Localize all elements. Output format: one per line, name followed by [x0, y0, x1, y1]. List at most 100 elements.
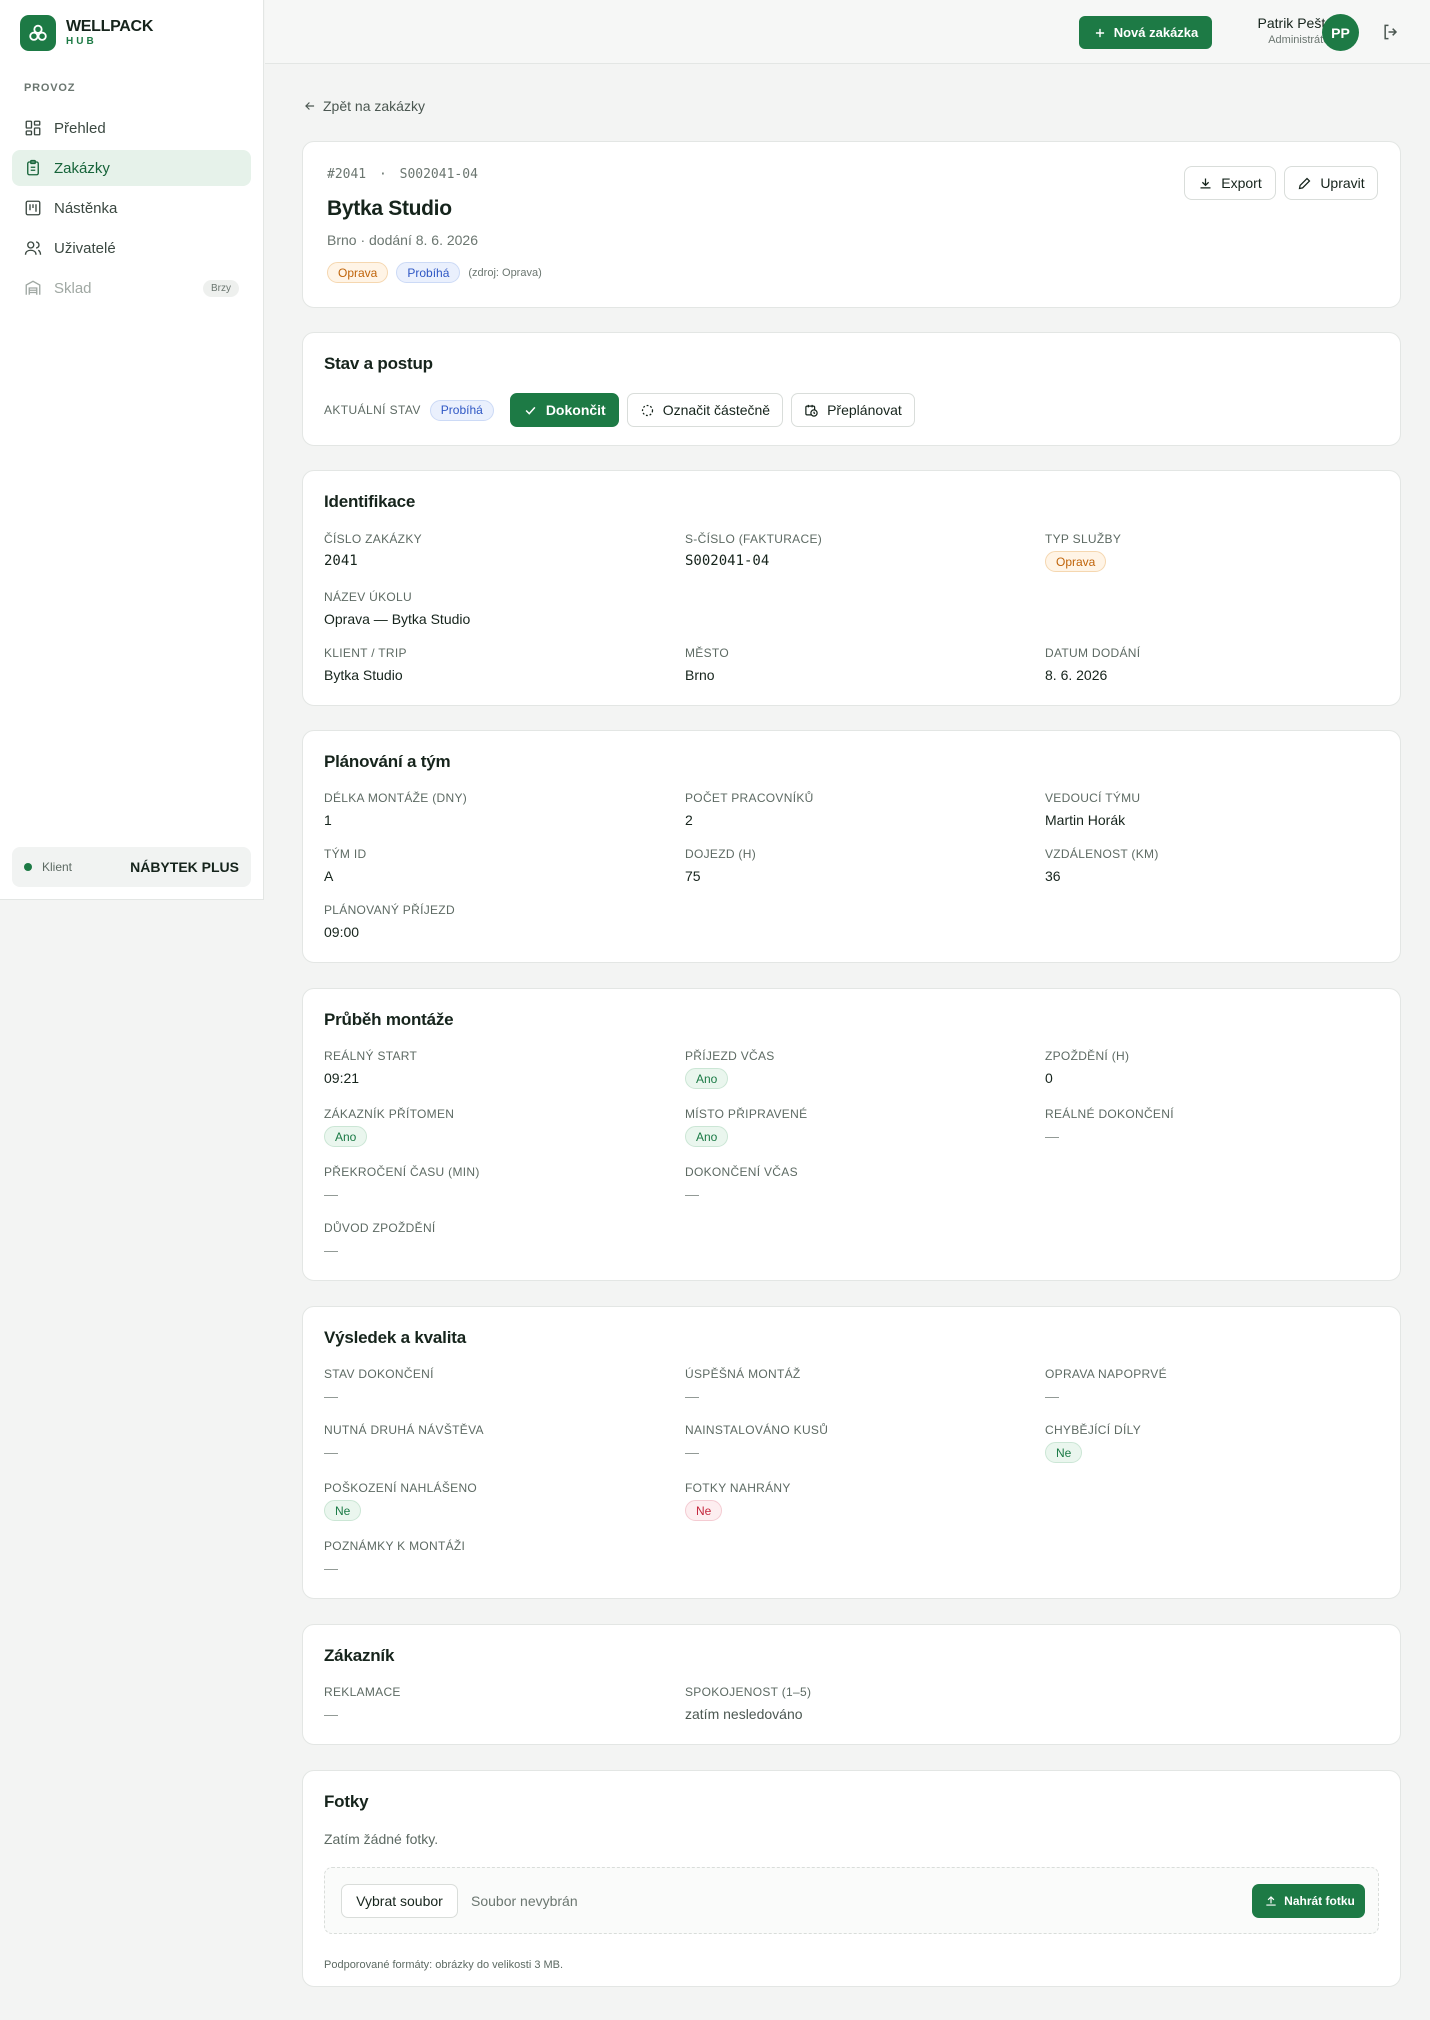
field-label: DŮVOD ZPOŽDĚNÍ [324, 1221, 436, 1235]
field-value: 36 [1045, 868, 1061, 884]
service-type-badge: Oprava [1045, 551, 1107, 572]
order-header-card: #2041 · S002041-04 Bytka Studio Brno · d… [302, 141, 1401, 308]
sidebar-item-label: Nástěnka [54, 199, 118, 217]
field-value: 09:21 [324, 1070, 360, 1086]
dashed-circle-icon [641, 404, 653, 416]
avatar[interactable]: PP [1322, 14, 1359, 51]
field-arrival-ontime: PŘÍJEZD VČAS Ano [685, 1049, 775, 1089]
sidebar-item-prehled[interactable]: Přehled [12, 110, 251, 146]
clipboard-icon [27, 159, 39, 176]
pencil-icon [1299, 177, 1311, 189]
new-order-button[interactable]: Nová zakázka [1079, 16, 1212, 49]
edit-button[interactable]: Upravit [1284, 166, 1378, 200]
new-order-label: Nová zakázka [1113, 25, 1199, 40]
field-s-number: S-ČÍSLO (FAKTURACE) S002041-04 [685, 532, 822, 569]
page-title: Bytka Studio [327, 197, 452, 220]
formats-note: Podporované formáty: obrázky do velikost… [324, 1959, 564, 1971]
upload-photo-button[interactable]: Nahrát fotku [1252, 1884, 1365, 1918]
field-label: ČÍSLO ZAKÁZKY [324, 532, 422, 546]
dashboard-icon [25, 120, 41, 136]
field-label: TYP SLUŽBY [1045, 532, 1122, 546]
field-label: PŘEKROČENÍ ČASU (MIN) [324, 1165, 480, 1179]
field-value: 8. 6. 2026 [1045, 667, 1108, 683]
sidebar-item-nastenka[interactable]: Nástěnka [12, 190, 251, 226]
back-link[interactable]: Zpět na zakázky [303, 96, 425, 116]
customer-card: Zákazník REKLAMACE — SPOKOJENOST (1–5) z… [302, 1624, 1401, 1745]
complete-button[interactable]: Dokončit [509, 393, 619, 427]
warehouse-icon [25, 280, 41, 295]
user-name: Patrik Pešta [1257, 15, 1333, 31]
field-delay-reason: DŮVOD ZPOŽDĚNÍ — [324, 1221, 436, 1258]
sidebar-item-label: Uživatelé [54, 239, 116, 257]
service-type-badge: Oprava [327, 262, 389, 283]
field-real-start: REÁLNÝ START 09:21 [324, 1049, 417, 1086]
order-ids: #2041 · S002041-04 [327, 167, 478, 182]
field-damage-reported: POŠKOZENÍ NAHLÁŠENO Ne [324, 1481, 477, 1521]
client-value: NÁBYTEK PLUS [130, 859, 239, 875]
field-label: ZPOŽDĚNÍ (H) [1045, 1049, 1130, 1063]
field-label: MĚSTO [685, 646, 729, 660]
field-label: PŘÍJEZD VČAS [685, 1049, 775, 1063]
yes-badge: Ano [324, 1126, 368, 1147]
brand[interactable]: WELLPACK HUB [20, 15, 153, 51]
logout-icon[interactable] [1381, 22, 1401, 42]
field-team-lead: VEDOUCÍ TÝMU Martin Horák [1045, 791, 1140, 828]
field-successful-assembly: ÚSPĚŠNÁ MONTÁŽ — [685, 1367, 801, 1404]
field-value: — [685, 1186, 699, 1202]
mark-partial-label: Označit částečně [662, 402, 771, 418]
field-value: 2 [685, 812, 693, 828]
order-subtitle: Brno · dodání 8. 6. 2026 [327, 232, 478, 248]
field-label: VZDÁLENOST (KM) [1045, 847, 1159, 861]
reschedule-button[interactable]: Přeplánovat [791, 393, 915, 427]
reschedule-label: Přeplánovat [827, 402, 902, 418]
field-value: — [324, 1186, 338, 1202]
field-value: Oprava — Bytka Studio [324, 611, 471, 627]
logo-icon [20, 15, 56, 51]
upload-label: Nahrát fotku [1284, 1893, 1355, 1908]
brand-sub: HUB [66, 36, 97, 47]
upload-dropzone[interactable]: Vybrat soubor Soubor nevybrán Nahrát fot… [324, 1867, 1379, 1934]
field-label: NÁZEV ÚKOLU [324, 590, 412, 604]
export-button[interactable]: Export [1184, 166, 1276, 200]
field-value: — [685, 1388, 699, 1404]
section-title: Fotky [324, 1792, 369, 1811]
status-badge: Probíhá [396, 262, 461, 283]
brand-name: WELLPACK [66, 18, 154, 35]
client-selector[interactable]: Klient NÁBYTEK PLUS [12, 847, 251, 887]
sidebar-item-uzivatele[interactable]: Uživatelé [12, 230, 251, 266]
current-state-badge: Probíhá [429, 399, 494, 421]
field-planned-arrival: PLÁNOVANÝ PŘÍJEZD 09:00 [324, 903, 455, 940]
state-card: Stav a postup AKTUÁLNÍ STAV Probíhá Doko… [302, 332, 1401, 446]
calendar-clock-icon [805, 404, 818, 417]
download-icon [1200, 178, 1211, 188]
field-missing-parts: CHYBĚJÍCÍ DÍLY Ne [1045, 1423, 1141, 1463]
field-delivery-date: DATUM DODÁNÍ 8. 6. 2026 [1045, 646, 1140, 683]
section-title: Zákazník [324, 1646, 395, 1665]
field-label: NAINSTALOVÁNO KUSŮ [685, 1423, 829, 1437]
field-label: DOKONČENÍ VČAS [685, 1165, 798, 1179]
field-first-time-fix: OPRAVA NAPOPRVÉ — [1045, 1367, 1167, 1404]
status-dot [24, 863, 32, 871]
field-assembly-notes: POZNÁMKY K MONTÁŽI — [324, 1539, 465, 1576]
field-real-finish: REÁLNÉ DOKONČENÍ — [1045, 1107, 1174, 1144]
field-value: 2041 [324, 553, 358, 569]
field-label: FOTKY NAHRÁNY [685, 1481, 791, 1495]
field-travel: DOJEZD (H) 75 [685, 847, 756, 884]
field-label: OPRAVA NAPOPRVÉ [1045, 1367, 1167, 1381]
sidebar-item-sklad[interactable]: Sklad Brzy [12, 270, 251, 306]
sidebar-item-label: Zakázky [54, 159, 110, 177]
field-second-visit: NUTNÁ DRUHÁ NÁVŠTĚVA — [324, 1423, 484, 1460]
field-label: PLÁNOVANÝ PŘÍJEZD [324, 903, 455, 917]
field-value: 1 [324, 812, 332, 828]
field-label: SPOKOJENOST (1–5) [685, 1685, 812, 1699]
field-delay: ZPOŽDĚNÍ (H) 0 [1045, 1049, 1129, 1086]
yes-badge: Ano [685, 1126, 729, 1147]
field-workers: POČET PRACOVNÍKŮ 2 [685, 791, 814, 828]
mark-partial-button[interactable]: Označit částečně [626, 393, 784, 427]
field-label: POČET PRACOVNÍKŮ [685, 791, 814, 805]
upload-icon [1266, 1896, 1276, 1906]
sidebar-item-zakazky[interactable]: Zakázky [12, 150, 251, 186]
export-label: Export [1221, 175, 1262, 191]
choose-file-button[interactable]: Vybrat soubor [341, 1884, 458, 1918]
nav-section-label: PROVOZ [24, 82, 76, 94]
